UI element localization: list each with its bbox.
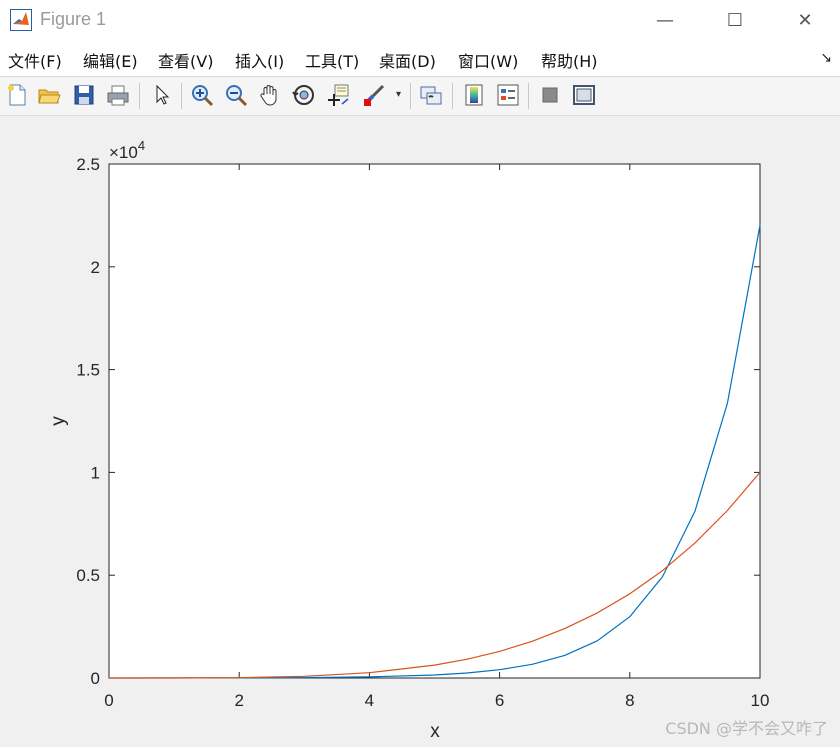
menu-window[interactable]: 窗口(W): [458, 48, 518, 72]
x-tick-label: 10: [751, 691, 770, 710]
pan-button[interactable]: [256, 81, 284, 109]
zoom-out-icon: [226, 85, 248, 107]
x-axis-label: x: [430, 721, 440, 742]
zoom-in-icon: [192, 85, 214, 107]
toolbar-separator: [452, 83, 453, 109]
data-cursor-icon: [328, 84, 349, 106]
hide-plot-tools-button[interactable]: [536, 81, 564, 109]
y-tick-label: 2: [91, 258, 100, 277]
new-figure-icon: [8, 84, 26, 106]
print-icon: [107, 85, 129, 106]
y-exponent-power: 4: [138, 138, 145, 153]
rotate-3d-button[interactable]: [290, 81, 318, 109]
hide-plot-tools-icon: [542, 87, 558, 103]
title-bar: Figure 1 — ☐ ✕: [0, 0, 840, 40]
figure-axes[interactable]: 0 2 4 6 8 10 00.511.522.5 x y ×104: [0, 115, 840, 747]
menu-edit[interactable]: 编辑(E): [83, 48, 138, 72]
minimize-button[interactable]: —: [630, 0, 700, 40]
insert-colorbar-button[interactable]: [460, 81, 488, 109]
toolbar-separator: [528, 83, 529, 109]
menu-view[interactable]: 查看(V): [158, 48, 213, 72]
insert-legend-button[interactable]: [494, 81, 522, 109]
rotate-3d-icon: [292, 85, 314, 105]
show-plot-tools-icon: [573, 85, 595, 105]
toolbar-separator: [181, 83, 182, 109]
x-tick-label: 4: [365, 691, 374, 710]
close-icon: ✕: [797, 9, 813, 31]
show-plot-tools-button[interactable]: [570, 81, 598, 109]
toolbar-separator: [410, 83, 411, 109]
y-tick-label: 1: [91, 463, 100, 482]
toolbar-separator: [139, 83, 140, 109]
figure-toolbar: ▾: [0, 77, 840, 116]
menu-insert[interactable]: 插入(I): [235, 48, 284, 72]
minimize-icon: —: [656, 9, 674, 31]
y-axis-label: y: [48, 416, 69, 426]
y-tick-label: 1.5: [76, 361, 100, 380]
maximize-button[interactable]: ☐: [700, 0, 770, 40]
open-file-icon: [38, 89, 61, 104]
y-tick-label: 0: [91, 669, 100, 688]
x-tick-label: 2: [234, 691, 243, 710]
data-cursor-button[interactable]: [324, 81, 352, 109]
dock-arrow-icon[interactable]: ↘: [820, 50, 832, 66]
menu-file[interactable]: 文件(F): [8, 48, 62, 72]
colorbar-icon: [465, 84, 483, 106]
menu-tools[interactable]: 工具(T): [305, 48, 359, 72]
brush-icon: [364, 84, 385, 106]
menu-bar: 文件(F) 编辑(E) 查看(V) 插入(I) 工具(T) 桌面(D) 窗口(W…: [0, 40, 840, 77]
link-plot-icon: [420, 86, 442, 105]
brush-dropdown-icon[interactable]: ▾: [396, 89, 401, 100]
y-tick-label: 0.5: [76, 566, 100, 585]
save-button[interactable]: [70, 81, 98, 109]
link-plot-button[interactable]: [417, 81, 445, 109]
y-tick-label: 2.5: [76, 155, 100, 174]
legend-icon: [497, 84, 519, 106]
brush-button[interactable]: [360, 81, 388, 109]
x-tick-label: 0: [104, 691, 113, 710]
maximize-icon: ☐: [726, 9, 744, 31]
zoom-in-button[interactable]: [188, 81, 216, 109]
pan-hand-icon: [260, 85, 277, 106]
y-exponent-base: ×10: [109, 143, 138, 162]
watermark: CSDN @学不会又咋了: [665, 719, 828, 738]
new-figure-button[interactable]: [3, 81, 31, 109]
edit-plot-button[interactable]: [148, 81, 176, 109]
edit-plot-arrow-icon: [156, 84, 170, 105]
open-file-button[interactable]: [35, 81, 63, 109]
menu-desktop[interactable]: 桌面(D): [379, 48, 436, 72]
save-icon: [74, 85, 94, 105]
print-button[interactable]: [104, 81, 132, 109]
x-tick-label: 8: [625, 691, 634, 710]
close-button[interactable]: ✕: [770, 0, 840, 40]
y-exponent-label: ×104: [109, 138, 145, 162]
menu-help[interactable]: 帮助(H): [541, 48, 598, 72]
plot-area[interactable]: [108, 163, 761, 679]
matlab-logo-icon: [10, 9, 32, 31]
x-tick-label: 6: [495, 691, 504, 710]
window-title: Figure 1: [40, 9, 107, 29]
zoom-out-button[interactable]: [222, 81, 250, 109]
